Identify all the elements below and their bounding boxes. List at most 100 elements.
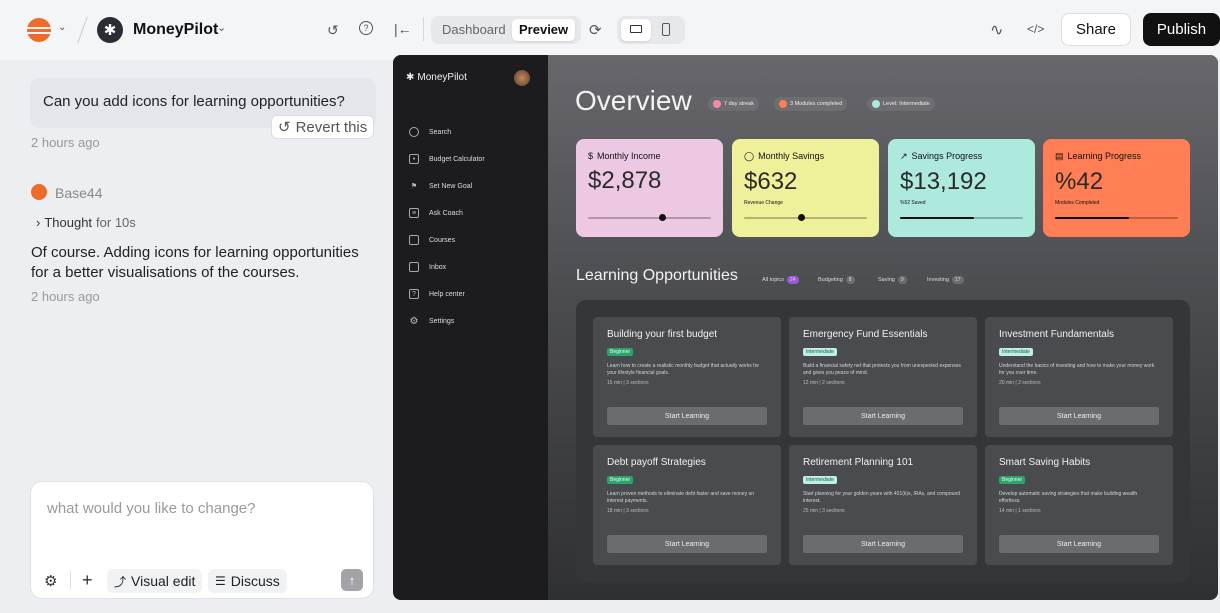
card-value: $632 (744, 168, 798, 195)
book-icon (409, 235, 419, 245)
refresh-icon[interactable]: ⟳ (589, 21, 602, 39)
card-slider[interactable] (588, 214, 711, 221)
level-badge: Intermediate (999, 348, 1033, 356)
card-title: ↗ Savings Progress (900, 151, 1023, 162)
visual-edit-button[interactable]: ⤴ Visual edit (107, 569, 203, 593)
level-badge: Beginner (607, 476, 634, 484)
revert-label: Revert this (295, 118, 368, 136)
gear-icon: ⚙ (409, 315, 419, 327)
chevron-down-icon[interactable]: ⌄ (58, 22, 66, 33)
project-name[interactable]: MoneyPilot (133, 21, 218, 39)
base44-logo-icon[interactable] (27, 18, 51, 42)
nav-label: Courses (429, 236, 456, 244)
filter-budgeting[interactable]: Budgeting 8 (818, 276, 855, 284)
card-title-text: Monthly Income (597, 151, 661, 161)
nav-search[interactable]: Search (409, 127, 451, 137)
share-button[interactable]: Share (1061, 13, 1131, 46)
composer-input[interactable]: what would you like to change? (47, 500, 255, 517)
nav-label: Search (429, 128, 452, 136)
project-chevron-icon[interactable]: ⌄ (217, 21, 226, 34)
course-card: Building your first budget Beginner Lear… (593, 317, 781, 437)
start-learning-button[interactable]: Start Learning (607, 407, 767, 425)
page-title: Overview (575, 85, 692, 116)
thought-toggle[interactable]: › Thought for 10s (36, 215, 136, 230)
trend-up-icon: ↗ (900, 151, 908, 161)
filter-count: 9 (897, 276, 907, 284)
discuss-button[interactable]: ☰ Discuss (208, 569, 287, 593)
nav-budget-calculator[interactable]: • Budget Calculator (409, 154, 485, 164)
undo-icon: ↺ (278, 119, 291, 136)
cursor-icon: ⤴ (114, 574, 127, 589)
card-slider[interactable] (744, 214, 867, 221)
user-avatar[interactable] (514, 70, 530, 86)
dashboard-tab[interactable]: Dashboard (435, 19, 513, 41)
filter-all-topics[interactable]: All topics 24 (762, 276, 799, 284)
course-description: Learn how to create a realistic monthly … (607, 363, 760, 376)
progress-fill (900, 217, 974, 219)
filter-saving[interactable]: Saving 9 (878, 276, 907, 284)
collapse-panel-icon[interactable]: |← (394, 21, 412, 37)
preview-tab[interactable]: Preview (512, 19, 576, 41)
slider-knob[interactable] (658, 214, 666, 221)
stat-card-savings: ◯ Monthly Savings $632 Revenue Change (732, 139, 879, 237)
level-badge: Beginner (607, 348, 634, 356)
start-learning-button[interactable]: Start Learning (999, 407, 1159, 425)
section-title: Learning Opportunities (576, 267, 738, 284)
streak-badge: 7 day streak (708, 97, 759, 111)
course-description: Build a financial safety net that protec… (803, 363, 961, 376)
revert-button[interactable]: ↺ Revert this (271, 115, 375, 139)
thought-duration: for 10s (96, 215, 136, 230)
dollar-icon: $ (588, 151, 594, 161)
desktop-toggle[interactable] (621, 19, 651, 41)
book-open-icon: ▤ (1055, 151, 1064, 161)
nav-set-new-goal[interactable]: ⚑ Set New Goal (409, 181, 472, 191)
filter-count: 8 (845, 276, 855, 284)
course-card: Emergency Fund Essentials Intermediate B… (789, 317, 977, 437)
publish-button[interactable]: Publish (1143, 13, 1220, 46)
level-badge: Level: Intermediate (867, 97, 935, 111)
stat-card-income: $ Monthly Income $2,878 (576, 139, 723, 237)
modules-badge: 3 Modules completed (774, 97, 848, 111)
help-icon[interactable]: ? (359, 21, 373, 35)
course-title: Emergency Fund Essentials (803, 329, 928, 340)
courses-panel: Building your first budget Beginner Lear… (576, 300, 1190, 582)
filter-investing[interactable]: Investing 17 (927, 276, 964, 284)
start-learning-button[interactable]: Start Learning (607, 535, 767, 553)
nav-label: Settings (429, 317, 455, 325)
nav-courses[interactable]: Courses (409, 235, 455, 245)
book-icon (779, 100, 787, 108)
slider-knob[interactable] (797, 214, 805, 221)
start-learning-button[interactable]: Start Learning (803, 535, 963, 553)
nav-label: Ask Coach (429, 209, 463, 217)
nav-settings[interactable]: ⚙ Settings (409, 315, 455, 327)
level-badge: Beginner (999, 476, 1026, 484)
send-button[interactable]: ↑ (341, 569, 363, 591)
card-subtitle: Modules Completed (1055, 200, 1100, 206)
code-icon[interactable]: </> (1027, 22, 1044, 36)
visual-edit-label: Visual edit (131, 573, 196, 589)
nav-inbox[interactable]: Inbox (409, 262, 446, 272)
course-title: Investment Fundamentals (999, 329, 1115, 340)
base44-avatar-icon (31, 184, 47, 200)
plus-icon[interactable]: + (82, 570, 93, 591)
settings-icon[interactable]: ⚙ (44, 572, 57, 590)
nav-ask-coach[interactable]: ≡ Ask Coach (409, 208, 463, 218)
mobile-icon[interactable] (662, 23, 670, 36)
stat-card-savings-progress: ↗ Savings Progress $13,192 %52 Saved (888, 139, 1035, 237)
user-message: Can you add icons for learning opportuni… (43, 93, 345, 110)
inbox-icon (409, 262, 419, 272)
course-title: Smart Saving Habits (999, 457, 1091, 468)
card-title: ▤ Learning Progress (1055, 151, 1178, 162)
start-learning-button[interactable]: Start Learning (803, 407, 963, 425)
nav-help-center[interactable]: ? Help center (409, 289, 465, 299)
filter-count: 17 (952, 276, 964, 284)
start-learning-button[interactable]: Start Learning (999, 535, 1159, 553)
app-preview: ✱ MoneyPilot Search • Budget Calculator ⚑… (393, 55, 1218, 600)
app-sidebar: ✱ MoneyPilot Search • Budget Calculator ⚑… (393, 55, 548, 600)
history-icon[interactable]: ↺ (327, 22, 339, 39)
app-brand[interactable]: ✱ MoneyPilot (406, 72, 467, 83)
badge-label: Level: Intermediate (883, 101, 930, 107)
activity-icon[interactable]: ∿ (990, 20, 1003, 40)
stat-card-learning-progress: ▤ Learning Progress %42 Modules Completed (1043, 139, 1190, 237)
filter-count: 24 (787, 276, 799, 284)
